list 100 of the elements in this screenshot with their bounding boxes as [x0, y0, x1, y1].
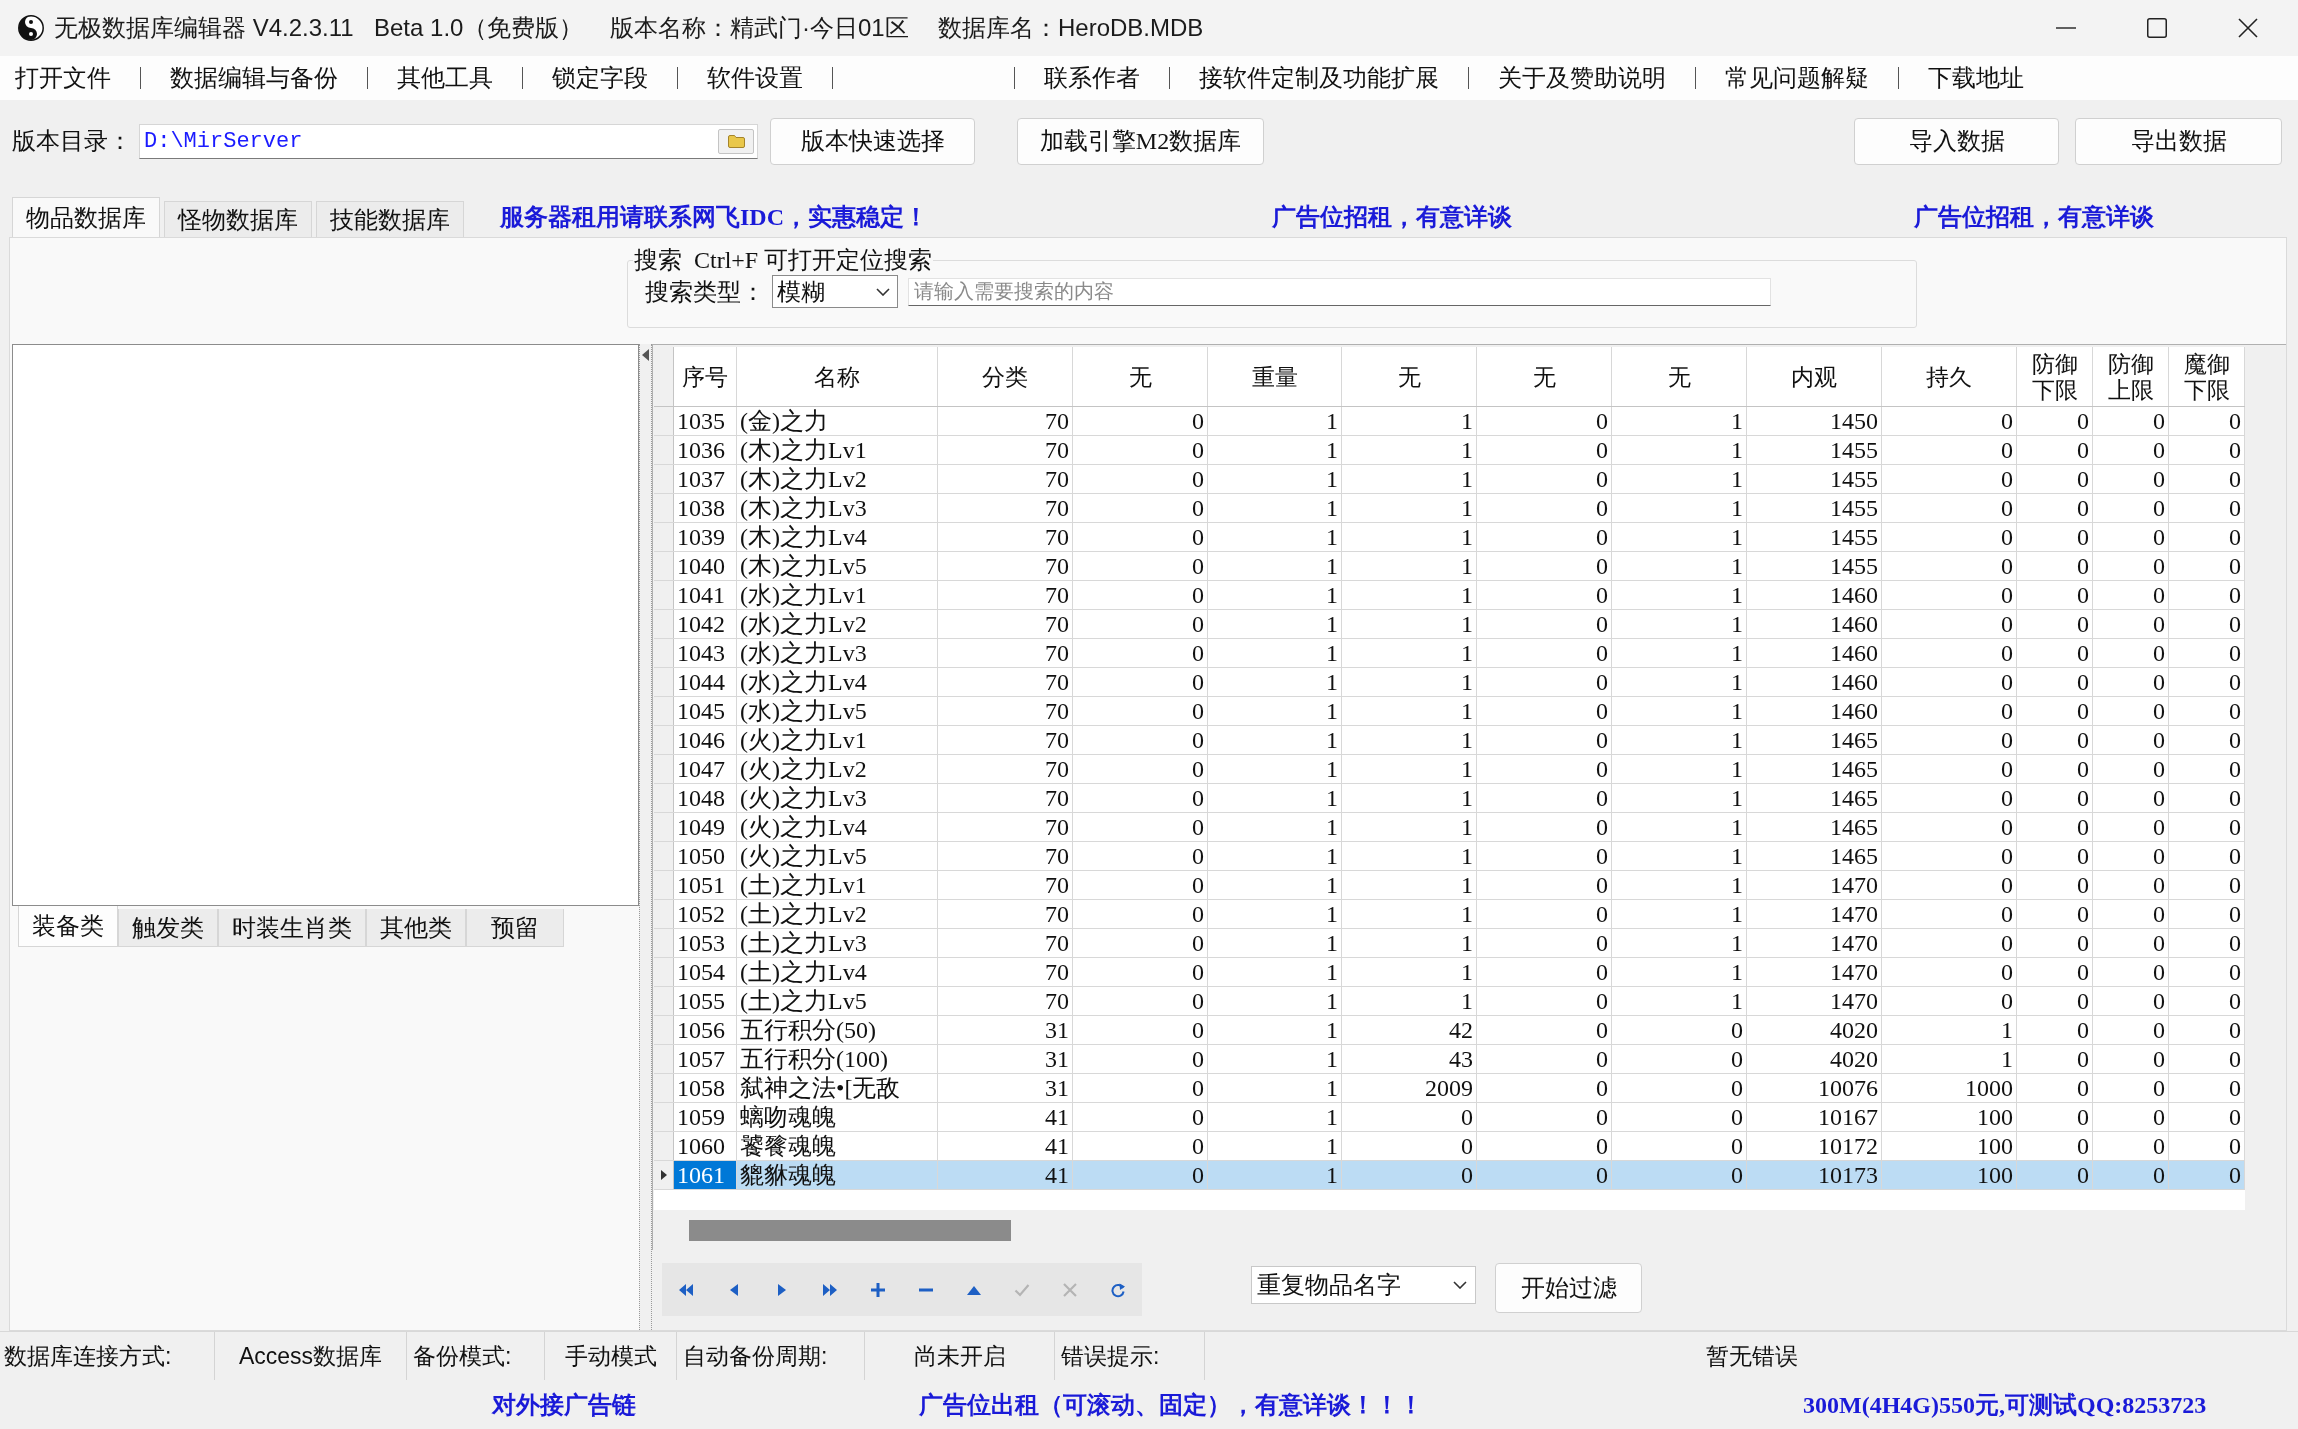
browse-button[interactable] — [718, 128, 754, 154]
table-cell: 0 — [2169, 958, 2245, 986]
table-row[interactable]: 1045 (水)之力Lv5 70 0 1 1 0 1 1460 0 0 0 0 — [654, 697, 2245, 726]
search-type-dropdown[interactable]: 模糊 — [772, 275, 898, 308]
table-row[interactable]: 1051 (土)之力Lv1 70 0 1 1 0 1 1470 0 0 0 0 — [654, 871, 2245, 900]
table-row[interactable]: 1046 (火)之力Lv1 70 0 1 1 0 1 1465 0 0 0 0 — [654, 726, 2245, 755]
table-row[interactable]: 1050 (火)之力Lv5 70 0 1 1 0 1 1465 0 0 0 0 — [654, 842, 2245, 871]
close-icon[interactable] — [2238, 18, 2258, 38]
maximize-icon[interactable] — [2147, 18, 2167, 38]
table-cell: 0 — [1477, 1016, 1612, 1044]
tab[interactable]: 怪物数据库 — [164, 201, 312, 237]
ad-link[interactable]: 广告位招租，有意详谈 — [1914, 200, 2154, 233]
splitter-handle[interactable] — [639, 344, 652, 1330]
column-header[interactable]: 防御上限 — [2093, 347, 2169, 406]
category-tab[interactable]: 其他类 — [366, 909, 466, 947]
menu-item[interactable]: 打开文件 — [15, 60, 140, 96]
menu-item[interactable]: 数据编辑与备份 — [141, 60, 367, 96]
category-tab[interactable]: 预留 — [466, 909, 564, 947]
import-button[interactable]: 导入数据 — [1854, 117, 2059, 165]
table-cell: (水)之力Lv3 — [737, 639, 938, 667]
table-cell: 0 — [1073, 929, 1208, 957]
table-row[interactable]: 1057 五行积分(100) 31 0 1 43 0 0 4020 1 0 0 0 — [654, 1045, 2245, 1074]
menu-item[interactable]: 下载地址 — [1899, 60, 2053, 96]
category-tab[interactable]: 触发类 — [118, 909, 218, 947]
category-tab[interactable]: 时装生肖类 — [218, 909, 366, 947]
table-row[interactable]: 1058 弑神之法•[无敌 31 0 1 2009 0 0 10076 1000 0 0 0 — [654, 1074, 2245, 1103]
quick-select-button[interactable]: 版本快速选择 — [770, 117, 975, 165]
refresh-icon[interactable] — [1110, 1281, 1126, 1298]
table-cell: 五行积分(50) — [737, 1016, 938, 1044]
table-row[interactable]: 1060 饕餮魂魄 41 0 1 0 0 0 10172 100 0 0 0 — [654, 1132, 2245, 1161]
column-header[interactable]: 重量 — [1208, 347, 1342, 406]
row-indicator[interactable] — [654, 1161, 674, 1189]
table-row[interactable]: 1035 (金)之力 70 0 1 1 0 1 1450 0 0 0 0 — [654, 407, 2245, 436]
ad-link[interactable]: 对外接广告链 — [492, 1388, 636, 1421]
column-header[interactable]: 无 — [1477, 347, 1612, 406]
filter-dropdown[interactable]: 重复物品名字 — [1251, 1266, 1476, 1304]
ad-link[interactable]: 广告位出租（可滚动、固定），有意详谈！！！ — [919, 1388, 1423, 1421]
table-row[interactable]: 1039 (木)之力Lv4 70 0 1 1 0 1 1455 0 0 0 0 — [654, 523, 2245, 552]
column-header[interactable]: 名称 — [737, 347, 938, 406]
column-header[interactable]: 无 — [1342, 347, 1477, 406]
table-cell: 1 — [1208, 726, 1342, 754]
table-row[interactable]: 1053 (土)之力Lv3 70 0 1 1 0 1 1470 0 0 0 0 — [654, 929, 2245, 958]
double-left-triangle-icon[interactable] — [678, 1281, 694, 1298]
column-header[interactable]: 分类 — [938, 347, 1073, 406]
left-triangle-icon[interactable] — [642, 349, 649, 361]
table-row[interactable]: 1054 (土)之力Lv4 70 0 1 1 0 1 1470 0 0 0 0 — [654, 958, 2245, 987]
table-cell: 1 — [1342, 929, 1477, 957]
table-row[interactable]: 1043 (水)之力Lv3 70 0 1 1 0 1 1460 0 0 0 0 — [654, 639, 2245, 668]
tab[interactable]: 物品数据库 — [12, 197, 160, 237]
menu-item[interactable]: 锁定字段 — [523, 60, 677, 96]
table-row[interactable]: 1061 貔貅魂魄 41 0 1 0 0 0 10173 100 0 0 0 — [654, 1161, 2245, 1190]
path-field[interactable]: D:\MirServer — [139, 123, 758, 159]
minimize-icon[interactable] — [2056, 27, 2076, 29]
column-header[interactable]: 序号 — [674, 347, 737, 406]
table-cell: 0 — [2017, 784, 2093, 812]
column-header[interactable]: 无 — [1073, 347, 1208, 406]
table-cell: 70 — [938, 871, 1073, 899]
menu-item[interactable]: 联系作者 — [1015, 60, 1169, 96]
menu-item[interactable]: 接软件定制及功能扩展 — [1170, 60, 1468, 96]
column-header[interactable]: 内观 — [1747, 347, 1882, 406]
table-row[interactable]: 1038 (木)之力Lv3 70 0 1 1 0 1 1455 0 0 0 0 — [654, 494, 2245, 523]
table-row[interactable]: 1041 (水)之力Lv1 70 0 1 1 0 1 1460 0 0 0 0 — [654, 581, 2245, 610]
table-row[interactable]: 1044 (水)之力Lv4 70 0 1 1 0 1 1460 0 0 0 0 — [654, 668, 2245, 697]
table-row[interactable]: 1049 (火)之力Lv4 70 0 1 1 0 1 1465 0 0 0 0 — [654, 813, 2245, 842]
table-row[interactable]: 1059 螭吻魂魄 41 0 1 0 0 0 10167 100 0 0 0 — [654, 1103, 2245, 1132]
table-cell: 1 — [1882, 1045, 2017, 1073]
menu-item[interactable]: 关于及赞助说明 — [1469, 60, 1695, 96]
table-row[interactable]: 1037 (木)之力Lv2 70 0 1 1 0 1 1455 0 0 0 0 — [654, 465, 2245, 494]
column-header[interactable]: 魔御下限 — [2169, 347, 2245, 406]
tab[interactable]: 技能数据库 — [316, 201, 464, 237]
table-cell: 100 — [1882, 1161, 2017, 1189]
load-database-button[interactable]: 加载引擎M2数据库 — [1017, 117, 1264, 165]
double-right-triangle-icon[interactable] — [822, 1281, 838, 1298]
menu-item[interactable]: 常见问题解疑 — [1696, 60, 1898, 96]
plus-icon[interactable] — [870, 1281, 886, 1298]
column-header[interactable]: 防御下限 — [2017, 347, 2093, 406]
table-cell: 0 — [1612, 1132, 1747, 1160]
ad-link[interactable]: 广告位招租，有意详谈 — [1272, 200, 1512, 233]
column-header[interactable]: 无 — [1612, 347, 1747, 406]
column-header[interactable]: 持久 — [1882, 347, 2017, 406]
table-cell: 1039 — [674, 523, 737, 551]
menu-item[interactable]: 软件设置 — [678, 60, 832, 96]
category-tab[interactable]: 装备类 — [18, 906, 118, 947]
table-row[interactable]: 1042 (水)之力Lv2 70 0 1 1 0 1 1460 0 0 0 0 — [654, 610, 2245, 639]
start-filter-button[interactable]: 开始过滤 — [1495, 1263, 1642, 1313]
table-row[interactable]: 1040 (木)之力Lv5 70 0 1 1 0 1 1455 0 0 0 0 — [654, 552, 2245, 581]
table-cell: (水)之力Lv1 — [737, 581, 938, 609]
table-row[interactable]: 1052 (土)之力Lv2 70 0 1 1 0 1 1470 0 0 0 0 — [654, 900, 2245, 929]
scrollbar-thumb[interactable] — [689, 1220, 1011, 1241]
table-cell: 1 — [1342, 958, 1477, 986]
table-row[interactable]: 1055 (土)之力Lv5 70 0 1 1 0 1 1470 0 0 0 0 — [654, 987, 2245, 1016]
table-row[interactable]: 1036 (木)之力Lv1 70 0 1 1 0 1 1455 0 0 0 0 — [654, 436, 2245, 465]
ad-link[interactable]: 服务器租用请联系网飞IDC，实惠稳定！ — [500, 200, 928, 233]
export-button[interactable]: 导出数据 — [2075, 117, 2282, 165]
table-row[interactable]: 1056 五行积分(50) 31 0 1 42 0 0 4020 1 0 0 0 — [654, 1016, 2245, 1045]
ad-link[interactable]: 300M(4H4G)550元,可测试QQ:8253723 — [1803, 1388, 2207, 1421]
table-row[interactable]: 1048 (火)之力Lv3 70 0 1 1 0 1 1465 0 0 0 0 — [654, 784, 2245, 813]
search-input[interactable]: 请输入需要搜索的内容 — [908, 277, 1771, 306]
menu-item[interactable]: 其他工具 — [368, 60, 522, 96]
table-row[interactable]: 1047 (火)之力Lv2 70 0 1 1 0 1 1465 0 0 0 0 — [654, 755, 2245, 784]
